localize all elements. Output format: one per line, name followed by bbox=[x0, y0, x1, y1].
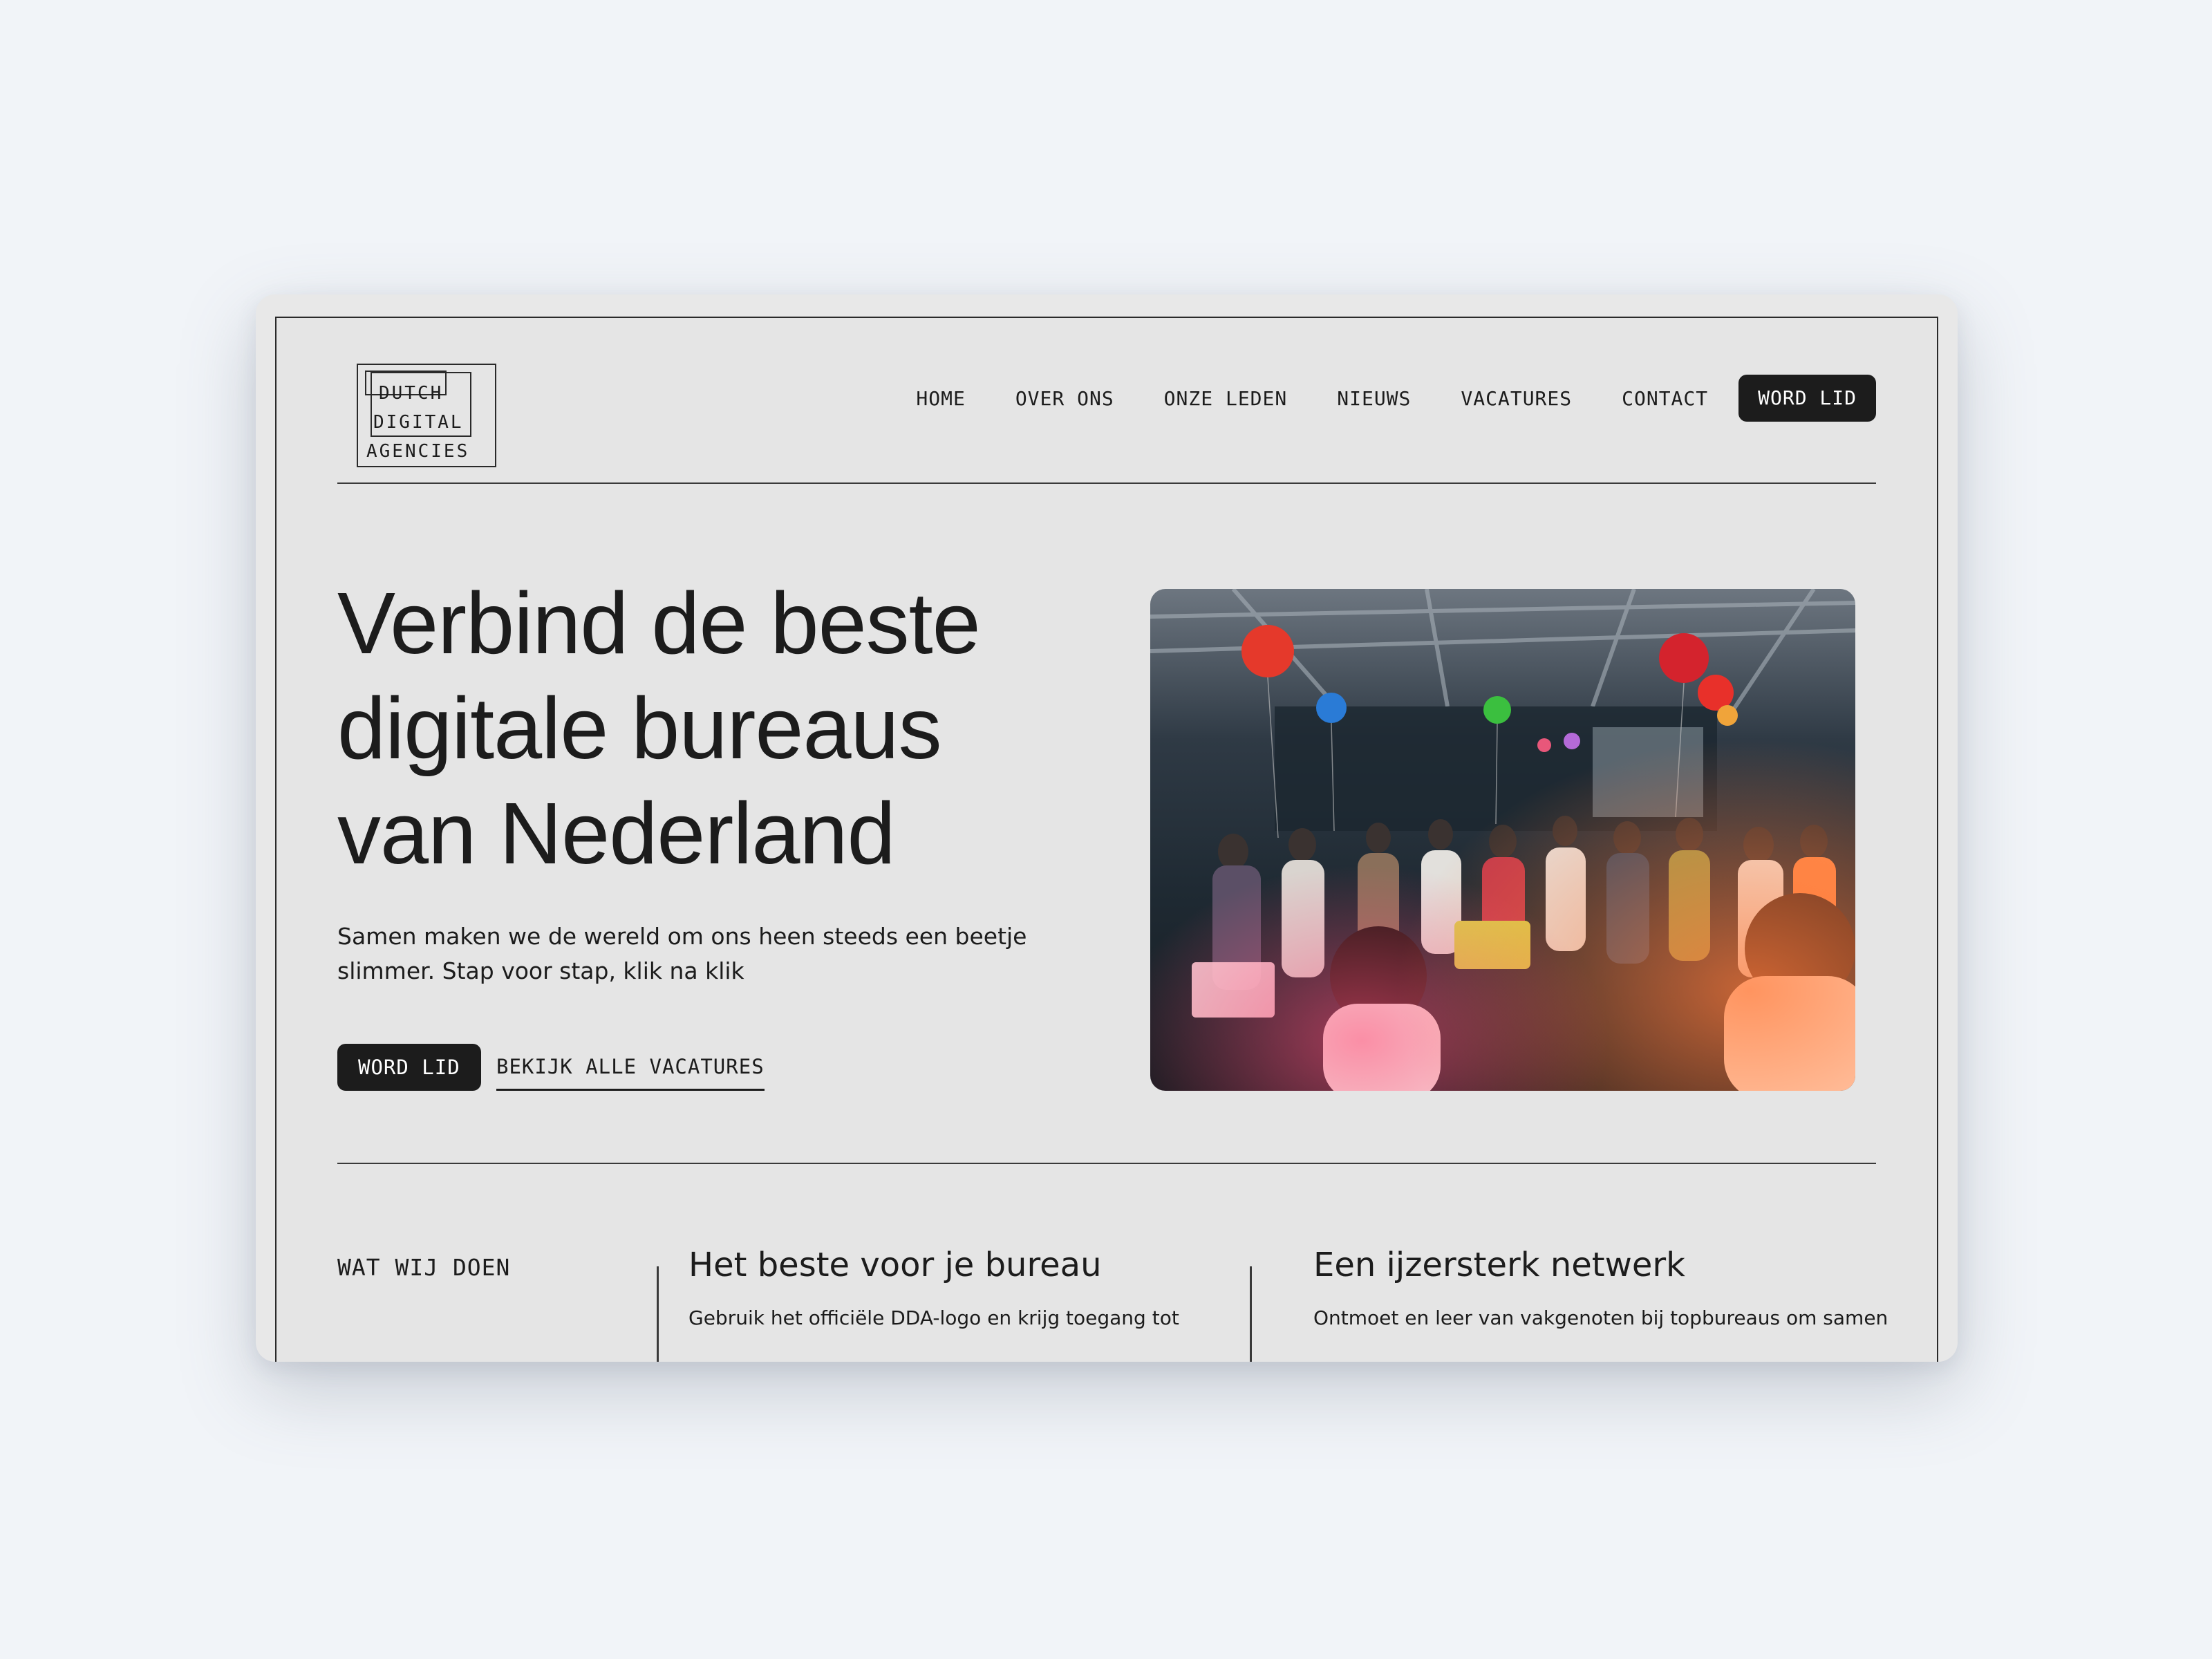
browser-window: DUTCH DIGITAL AGENCIES HOME OVER ONS ONZ… bbox=[256, 294, 1958, 1362]
column-divider bbox=[657, 1266, 659, 1362]
event-photo bbox=[1150, 589, 1855, 1091]
nav-onze-leden[interactable]: ONZE LEDEN bbox=[1164, 387, 1288, 410]
hero-title-line: digitale bureaus bbox=[337, 679, 942, 777]
nav-home[interactable]: HOME bbox=[916, 387, 965, 410]
column-title: Een ijzersterk netwerk bbox=[1313, 1246, 1685, 1284]
dda-logo[interactable]: DUTCH DIGITAL AGENCIES bbox=[357, 364, 496, 467]
hero-subtitle-line: slimmer. Stap voor stap, klik na klik bbox=[337, 957, 744, 984]
column-text: Gebruik het officiële DDA-logo en krijg … bbox=[688, 1306, 1179, 1329]
hero-subtitle: Samen maken we de wereld om ons heen ste… bbox=[337, 919, 1042, 988]
nav-vacatures[interactable]: VACATURES bbox=[1461, 387, 1572, 410]
logo-text-dutch: DUTCH bbox=[379, 383, 444, 404]
hero-title: Verbind de beste digitale bureaus van Ne… bbox=[337, 571, 1112, 886]
column-divider bbox=[1250, 1266, 1252, 1362]
logo-text-agencies: AGENCIES bbox=[366, 441, 470, 462]
bekijk-vacatures-link[interactable]: BEKIJK ALLE VACATURES bbox=[496, 1044, 765, 1091]
logo-text-digital: DIGITAL bbox=[373, 412, 464, 433]
nav-nieuws[interactable]: NIEUWS bbox=[1337, 387, 1411, 410]
header-divider bbox=[337, 482, 1876, 484]
section-label: WAT WIJ DOEN bbox=[337, 1254, 511, 1281]
column-text: Ontmoet en leer van vakgenoten bij topbu… bbox=[1313, 1306, 1888, 1329]
word-lid-button[interactable]: WORD LID bbox=[337, 1044, 481, 1091]
hero-title-line: van Nederland bbox=[337, 785, 896, 882]
nav-over-ons[interactable]: OVER ONS bbox=[1015, 387, 1114, 410]
column-title: Het beste voor je bureau bbox=[688, 1246, 1102, 1284]
nav-word-lid-button[interactable]: WORD LID bbox=[1738, 375, 1876, 422]
main-nav: HOME OVER ONS ONZE LEDEN NIEUWS VACATURE… bbox=[916, 375, 1876, 422]
hero-title-line: Verbind de beste bbox=[337, 574, 981, 672]
nav-contact[interactable]: CONTACT bbox=[1622, 387, 1708, 410]
section-divider bbox=[337, 1163, 1876, 1164]
hero-subtitle-line: Samen maken we de wereld om ons heen ste… bbox=[337, 923, 1027, 950]
page-frame: DUTCH DIGITAL AGENCIES HOME OVER ONS ONZ… bbox=[275, 317, 1938, 1362]
